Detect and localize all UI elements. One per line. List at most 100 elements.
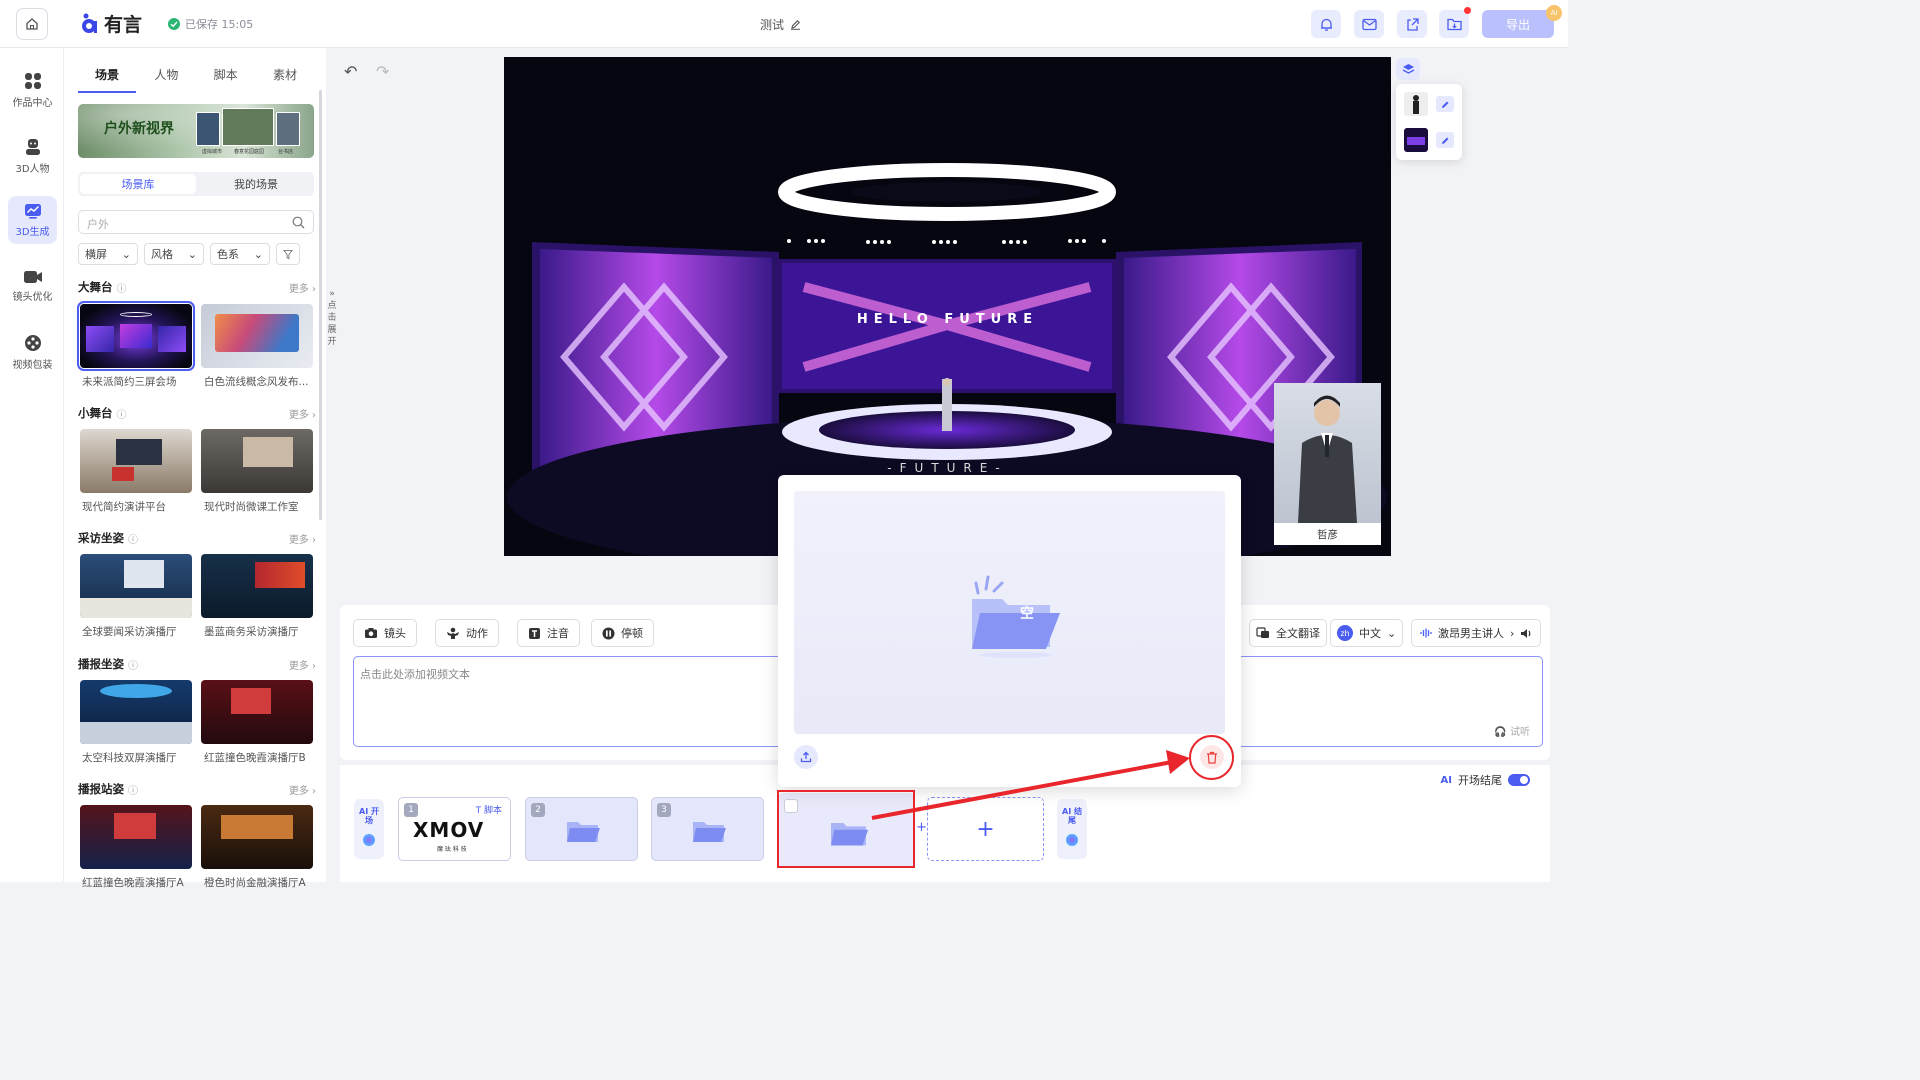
- rail-item-video-pack[interactable]: 视频包装: [8, 328, 57, 376]
- filter-row: 横屏 ⌄ 风格 ⌄ 色系 ⌄: [78, 243, 314, 265]
- more-link[interactable]: 更多 ›: [289, 280, 316, 295]
- script-placeholder: 点击此处添加视频文本: [360, 668, 470, 681]
- opening-ending-toggle[interactable]: AI 开场结尾: [1441, 772, 1530, 788]
- phonetic-tool-button[interactable]: 注音: [517, 619, 580, 647]
- panel-scrollbar[interactable]: [319, 90, 322, 520]
- banner-card: [222, 108, 274, 146]
- clip-2[interactable]: 2: [525, 797, 638, 861]
- upload-button[interactable]: [794, 745, 818, 769]
- section-title: 播报站姿 ⓘ: [78, 781, 138, 797]
- export-button[interactable]: 导出: [1482, 10, 1554, 38]
- pause-tool-button[interactable]: 停顿: [591, 619, 654, 647]
- share-button[interactable]: [1397, 10, 1427, 38]
- avatar-preview[interactable]: 哲彦: [1274, 383, 1381, 545]
- tab-character[interactable]: 人物: [137, 66, 195, 93]
- section-title-text: 播报站姿: [78, 782, 124, 796]
- tab-scene[interactable]: 场景: [78, 66, 136, 93]
- check-circle-icon: [168, 18, 180, 30]
- banner-card: [276, 112, 300, 146]
- more-link[interactable]: 更多 ›: [289, 782, 316, 797]
- message-button[interactable]: [1354, 10, 1384, 38]
- save-to-folder-button[interactable]: [1439, 7, 1471, 38]
- layers-button[interactable]: [1396, 58, 1420, 80]
- info-icon[interactable]: ⓘ: [128, 531, 138, 546]
- segment-my-scenes[interactable]: 我的场景: [198, 172, 314, 196]
- edit-layer-button[interactable]: [1436, 96, 1454, 112]
- rail-item-camera[interactable]: 镜头优化: [8, 262, 57, 310]
- ai-icon: AI: [1440, 774, 1452, 786]
- scene-caption: 全球要闻采访演播厅: [82, 626, 177, 638]
- scene-thumb-space-tech[interactable]: [80, 680, 192, 744]
- layer-avatar-thumb[interactable]: [1404, 92, 1428, 116]
- scene-caption: 红蓝撞色晚霞演播厅A: [82, 877, 184, 889]
- scene-thumb-lecture-stage[interactable]: [80, 429, 192, 493]
- scene-thumb-micro-studio[interactable]: [201, 429, 313, 493]
- notification-dot: [1464, 7, 1471, 14]
- scene-thumb-red-blue-a[interactable]: [80, 805, 192, 869]
- action-tool-button[interactable]: 动作: [435, 619, 499, 647]
- toggle-label: 开场结尾: [1458, 774, 1502, 787]
- section-title-text: 大舞台: [78, 280, 113, 294]
- scene-thumb-global-news[interactable]: [80, 554, 192, 618]
- notification-button[interactable]: [1311, 10, 1341, 38]
- promo-banner[interactable]: 户外新视界 虚拟城市 春意花园庭园 台书店: [78, 104, 314, 158]
- scene-thumb-red-blue-b[interactable]: [201, 680, 313, 744]
- clip-1[interactable]: 1 T 脚本 XMOV 魔 珐 科 技: [398, 797, 511, 861]
- expand-panel-handle[interactable]: » 点击展开: [326, 288, 338, 348]
- document-title[interactable]: 测试: [760, 16, 801, 33]
- translate-button[interactable]: 全文翻译: [1249, 619, 1327, 647]
- ai-ending-slot[interactable]: AI 结尾: [1057, 799, 1087, 859]
- toggle-switch[interactable]: [1508, 774, 1530, 786]
- language-select[interactable]: zh 中文 ⌄: [1330, 619, 1404, 647]
- scene-thumb-future-stage[interactable]: [77, 301, 195, 371]
- more-link[interactable]: 更多 ›: [289, 406, 316, 421]
- export-label: 导出: [1505, 17, 1530, 32]
- chevron-down-icon: ⌄: [253, 247, 263, 261]
- banner-card: [196, 112, 220, 146]
- clip-preview-popover: 空: [778, 475, 1241, 787]
- edit-layer-button[interactable]: [1436, 132, 1454, 148]
- tab-assets[interactable]: 素材: [256, 66, 314, 93]
- info-icon[interactable]: ⓘ: [128, 782, 138, 797]
- scene-thumb-blue-interview[interactable]: [201, 554, 313, 618]
- top-bar: 有言 已保存 15:05 测试 导出 AI: [0, 0, 1568, 48]
- document-title-text: 测试: [760, 18, 785, 32]
- segment-scene-library[interactable]: 场景库: [80, 174, 196, 194]
- ai-opening-slot[interactable]: AI 开场: [354, 799, 384, 859]
- clip-3[interactable]: 3: [651, 797, 764, 861]
- home-button[interactable]: [16, 8, 48, 40]
- tab-script[interactable]: 脚本: [197, 66, 255, 93]
- rail-item-3d-person[interactable]: 3D人物: [8, 132, 57, 180]
- ai-badge[interactable]: AI: [1546, 5, 1562, 21]
- more-link[interactable]: 更多 ›: [289, 531, 316, 546]
- voice-select[interactable]: 激昂男主讲人 ›: [1411, 619, 1542, 647]
- rail-label: 视频包装: [12, 359, 53, 371]
- banner-caption: 春意花园庭园: [234, 149, 265, 155]
- redo-icon[interactable]: ↷: [376, 62, 389, 81]
- edit-pencil-icon[interactable]: [790, 19, 801, 30]
- rail-item-3d-generate[interactable]: 3D生成: [8, 196, 57, 244]
- filter-color[interactable]: 色系 ⌄: [210, 243, 270, 265]
- insert-clip-icon[interactable]: +: [916, 820, 927, 835]
- listen-button[interactable]: 🎧 试听: [1494, 723, 1530, 738]
- scene-search-input[interactable]: 户外: [78, 210, 314, 234]
- info-icon[interactable]: ⓘ: [117, 406, 127, 421]
- filter-orientation[interactable]: 横屏 ⌄: [78, 243, 138, 265]
- scene-thumb-white-launch[interactable]: [201, 304, 313, 368]
- info-icon[interactable]: ⓘ: [117, 280, 127, 295]
- scene-thumb-orange-finance[interactable]: [201, 805, 313, 869]
- camera-tool-button[interactable]: 镜头: [353, 619, 417, 647]
- more-link[interactable]: 更多 ›: [289, 657, 316, 672]
- filter-style[interactable]: 风格 ⌄: [144, 243, 204, 265]
- info-icon[interactable]: ⓘ: [128, 657, 138, 672]
- scene-caption: 橙色时尚金融演播厅A: [204, 877, 306, 889]
- add-clip-button[interactable]: +: [927, 797, 1044, 861]
- thumb-desk: [80, 722, 192, 744]
- layer-scene-thumb[interactable]: [1404, 128, 1428, 152]
- scene-caption: 未来派简约三屏会场: [82, 376, 177, 388]
- thumb-screen: [124, 560, 164, 588]
- rail-item-works[interactable]: 作品中心: [8, 66, 57, 114]
- undo-icon[interactable]: ↶: [344, 62, 357, 81]
- search-icon[interactable]: [292, 216, 305, 229]
- filter-funnel-button[interactable]: [276, 243, 300, 265]
